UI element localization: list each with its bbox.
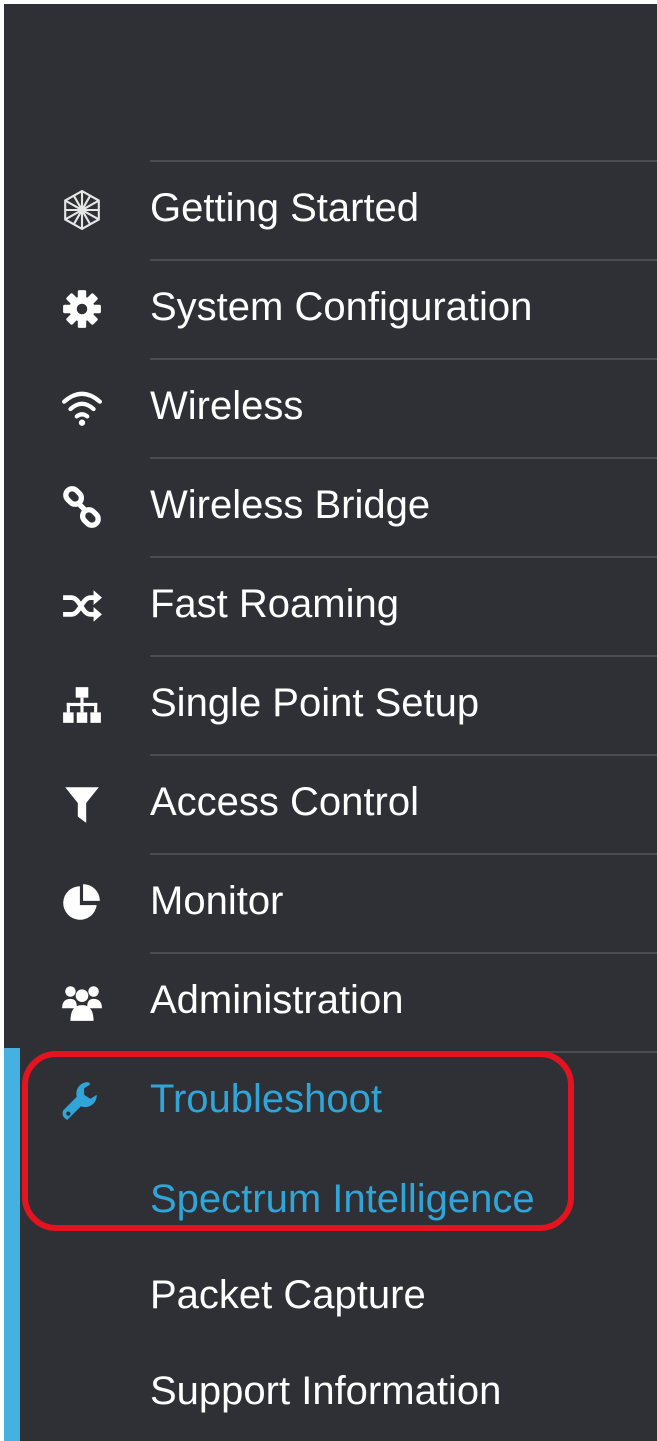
sub-item-packet-capture[interactable]: Packet Capture: [150, 1260, 650, 1330]
nav-item-label: Wireless: [150, 384, 304, 428]
nav-item-system-configuration[interactable]: System Configuration: [4, 259, 657, 357]
active-section-indicator: [4, 1048, 20, 1441]
sitemap-icon: [48, 683, 116, 727]
sub-item-label: Spectrum Intelligence: [150, 1177, 535, 1221]
pie-chart-icon: [48, 881, 116, 925]
divider: [150, 556, 657, 558]
nav-item-monitor[interactable]: Monitor: [4, 853, 657, 951]
hexagon-network-icon: [48, 188, 116, 232]
filter-icon: [48, 782, 116, 826]
nav-item-fast-roaming[interactable]: Fast Roaming: [4, 556, 657, 654]
sub-item-support-information[interactable]: Support Information: [150, 1356, 650, 1426]
divider: [150, 952, 657, 954]
nav-item-label: System Configuration: [150, 285, 533, 329]
wifi-icon: [48, 386, 116, 430]
nav-item-label: Access Control: [150, 780, 419, 824]
sidebar-nav: Getting Started System Configuration Wir…: [4, 4, 657, 1441]
nav-item-troubleshoot[interactable]: Troubleshoot: [4, 1051, 657, 1149]
nav-item-label: Troubleshoot: [150, 1077, 382, 1121]
nav-item-label: Monitor: [150, 879, 284, 923]
divider: [150, 655, 657, 657]
nav-item-label: Single Point Setup: [150, 681, 480, 725]
nav-item-label: Fast Roaming: [150, 582, 399, 626]
nav-item-getting-started[interactable]: Getting Started: [4, 160, 657, 258]
shuffle-icon: [48, 584, 116, 628]
nav-item-label: Wireless Bridge: [150, 483, 431, 527]
divider: [150, 457, 657, 459]
sub-item-spectrum-intelligence[interactable]: Spectrum Intelligence: [150, 1164, 650, 1234]
nav-item-access-control[interactable]: Access Control: [4, 754, 657, 852]
wrench-icon: [48, 1079, 116, 1123]
gear-icon: [48, 287, 116, 331]
divider: [150, 754, 657, 756]
nav-item-single-point-setup[interactable]: Single Point Setup: [4, 655, 657, 753]
divider: [150, 259, 657, 261]
nav-item-wireless-bridge[interactable]: Wireless Bridge: [4, 457, 657, 555]
nav-item-label: Administration: [150, 978, 404, 1022]
users-icon: [48, 980, 116, 1024]
divider: [150, 160, 657, 162]
sub-item-label: Support Information: [150, 1369, 502, 1413]
divider: [150, 358, 657, 360]
nav-item-label: Getting Started: [150, 186, 420, 230]
divider: [150, 1051, 657, 1053]
link-icon: [48, 485, 116, 529]
nav-item-administration[interactable]: Administration: [4, 952, 657, 1050]
nav-item-wireless[interactable]: Wireless: [4, 358, 657, 456]
divider: [150, 853, 657, 855]
sub-item-label: Packet Capture: [150, 1273, 426, 1317]
